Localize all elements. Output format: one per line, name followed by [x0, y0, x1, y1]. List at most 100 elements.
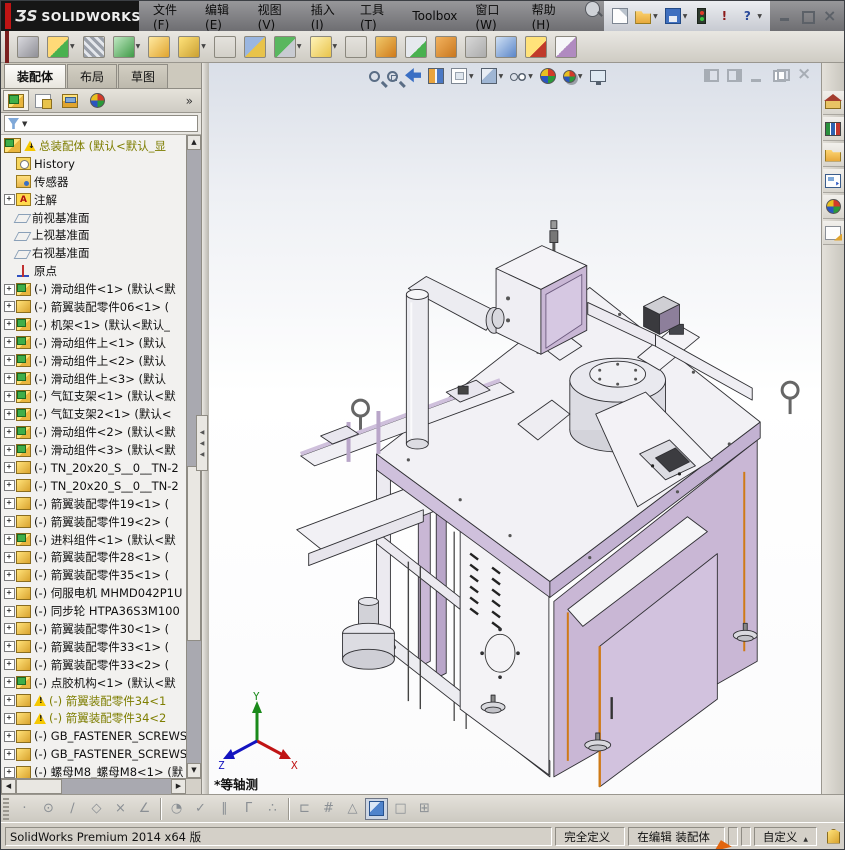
snap-button[interactable]: Γ	[237, 798, 260, 820]
menu-item[interactable]: 文件(F)	[145, 1, 195, 35]
tree-item[interactable]: History	[3, 155, 186, 173]
scroll-up-button[interactable]: ▲	[187, 135, 201, 150]
tree-item[interactable]: (-) GB_FASTENER_SCREWS_	[3, 727, 186, 745]
tree-expander[interactable]	[3, 534, 15, 545]
tree-expander[interactable]	[3, 588, 15, 599]
tree-item[interactable]: (-) 箭翼装配零件35<1> (	[3, 566, 186, 584]
doc-close-icon[interactable]	[796, 64, 811, 84]
tree-item[interactable]: 前视基准面	[3, 209, 186, 227]
menu-item[interactable]: 帮助(H)	[524, 1, 576, 35]
tree-expander[interactable]	[3, 552, 15, 563]
edit-appearance-icon[interactable]	[538, 66, 558, 86]
display-style-icon[interactable]: ▼	[479, 66, 506, 86]
tree-item[interactable]: (-) 箭翼装配零件34<2	[3, 710, 186, 728]
dropdown-caret-icon[interactable]: ▼	[757, 13, 762, 20]
rebuild-traffic-light-icon[interactable]: ▼	[692, 6, 711, 26]
tree-item[interactable]: (-) 气缸支架<1> (默认<默	[3, 387, 186, 405]
dropdown-caret-icon[interactable]: ▼	[70, 43, 75, 50]
collapse-left-pane-icon[interactable]	[704, 69, 719, 82]
tree-expander[interactable]	[3, 749, 15, 760]
tree-expander[interactable]	[3, 516, 15, 527]
isolate-icon[interactable]: ▼	[522, 33, 550, 61]
interference-detection-icon[interactable]: ▼	[492, 33, 520, 61]
tree-expander[interactable]	[3, 570, 15, 581]
status-caret-icon[interactable]: ▲	[803, 836, 808, 843]
doc-minimize-icon[interactable]	[750, 69, 765, 82]
smart-fasteners-icon[interactable]: ▼	[145, 33, 173, 61]
dropdown-caret-icon[interactable]: ▼	[653, 13, 658, 20]
tree-item[interactable]: (-) 箭翼装配零件30<1> (	[3, 620, 186, 638]
scroll-down-button[interactable]: ▼	[187, 763, 201, 778]
tree-expander[interactable]	[3, 641, 15, 652]
tree-item[interactable]: (-) 滑动组件上<2> (默认	[3, 352, 186, 370]
tree-expander[interactable]	[3, 337, 15, 348]
tree-item[interactable]: (-) 箭翼装配零件34<1	[3, 692, 186, 710]
snap-button[interactable]	[160, 797, 161, 820]
tree-expander[interactable]	[3, 767, 15, 778]
tree-item[interactable]: (-) 滑动组件<1> (默认<默	[3, 280, 186, 298]
snap-button[interactable]	[365, 797, 388, 820]
snap-button[interactable]: ∥	[213, 798, 236, 820]
explode-line-sketch-icon[interactable]: ▼	[462, 33, 490, 61]
take-snapshot-icon[interactable]: ▼	[552, 33, 580, 61]
tree-item[interactable]: 原点	[3, 262, 186, 280]
sep[interactable]: ▼	[211, 33, 239, 61]
new-motion-study-icon[interactable]: ▼	[372, 33, 400, 61]
tree-item[interactable]: (-) TN_20x20_S__0__TN-2	[3, 477, 186, 495]
dropdown-caret-icon[interactable]: ▼	[136, 43, 141, 50]
tree-item[interactable]: (-) GB_FASTENER_SCREWS_	[3, 745, 186, 763]
tree-expander[interactable]	[3, 284, 15, 295]
menubar-pin-icon[interactable]	[585, 1, 601, 17]
filter-caret-icon[interactable]: ▼	[22, 120, 27, 128]
snap-button[interactable]: ∴	[261, 798, 284, 820]
tree-expander[interactable]	[3, 409, 15, 420]
menu-item[interactable]: 工具(T)	[352, 1, 402, 35]
menu-item[interactable]: 插入(I)	[303, 1, 350, 35]
snap-button[interactable]: ◔	[165, 798, 188, 820]
tree-horizontal-scrollbar[interactable]: ◀ ▶	[1, 778, 201, 794]
design-library-icon[interactable]	[822, 117, 844, 141]
featuremanager-tree-tab[interactable]	[3, 90, 29, 111]
tree-item[interactable]: (-) 滑动组件<2> (默认<默	[3, 423, 186, 441]
collapse-right-pane-icon[interactable]	[727, 69, 742, 82]
section-view-icon[interactable]	[426, 66, 446, 86]
menu-item[interactable]: 视图(V)	[250, 1, 301, 35]
snap-button[interactable]: ✓	[189, 798, 212, 820]
tree-item[interactable]: 传感器	[3, 173, 186, 191]
assembly-model[interactable]	[209, 63, 821, 794]
zoom-to-area-icon[interactable]	[385, 69, 400, 84]
tree-item[interactable]: (-) 箭翼装配零件06<1> (	[3, 298, 186, 316]
scroll-thumb[interactable]	[16, 779, 62, 794]
hide-show-items-icon[interactable]: ▼	[508, 66, 535, 86]
close-button[interactable]	[822, 6, 836, 25]
snap-button[interactable]: ∕	[61, 798, 84, 820]
menu-item[interactable]: 窗口(W)	[467, 1, 521, 35]
tree-expander[interactable]	[3, 194, 15, 205]
tree-expander[interactable]	[3, 623, 15, 634]
sep[interactable]: ▼	[342, 33, 370, 61]
tree-item[interactable]: (-) 滑动组件上<3> (默认	[3, 370, 186, 388]
tree-expander[interactable]	[3, 677, 15, 688]
file-explorer-icon[interactable]	[822, 143, 844, 167]
dropdown-caret-icon[interactable]: ▼	[297, 43, 302, 50]
tree-item[interactable]: (-) 箭翼装配零件19<2> (	[3, 513, 186, 531]
tree-item[interactable]: (-) 箭翼装配零件33<1> (	[3, 638, 186, 656]
view-orientation-icon[interactable]: ▼	[449, 66, 476, 86]
minimize-button[interactable]	[778, 10, 792, 22]
apply-scene-icon[interactable]: ▼	[561, 68, 585, 85]
dropdown-caret-icon[interactable]: ▼	[201, 43, 206, 50]
tree-expander[interactable]	[3, 462, 15, 473]
snap-button[interactable]: □	[389, 798, 412, 820]
tree-expander[interactable]	[3, 713, 15, 724]
tree-expander[interactable]	[3, 606, 15, 617]
view-settings-icon[interactable]	[588, 68, 608, 85]
solidworks-resources-icon[interactable]	[822, 91, 844, 115]
custom-properties-icon[interactable]	[822, 221, 844, 245]
tree-item[interactable]: 总装配体 (默认<默认_显	[3, 137, 186, 155]
tree-item[interactable]: 注解	[3, 191, 186, 209]
tree-item[interactable]: (-) TN_20x20_S__0__TN-2	[3, 459, 186, 477]
tree-expander[interactable]	[3, 355, 15, 366]
reference-geometry-icon[interactable]: ▼	[307, 33, 341, 61]
assembly-features-icon[interactable]: ▼	[271, 33, 305, 61]
insert-component-icon[interactable]: ▼	[14, 33, 42, 61]
